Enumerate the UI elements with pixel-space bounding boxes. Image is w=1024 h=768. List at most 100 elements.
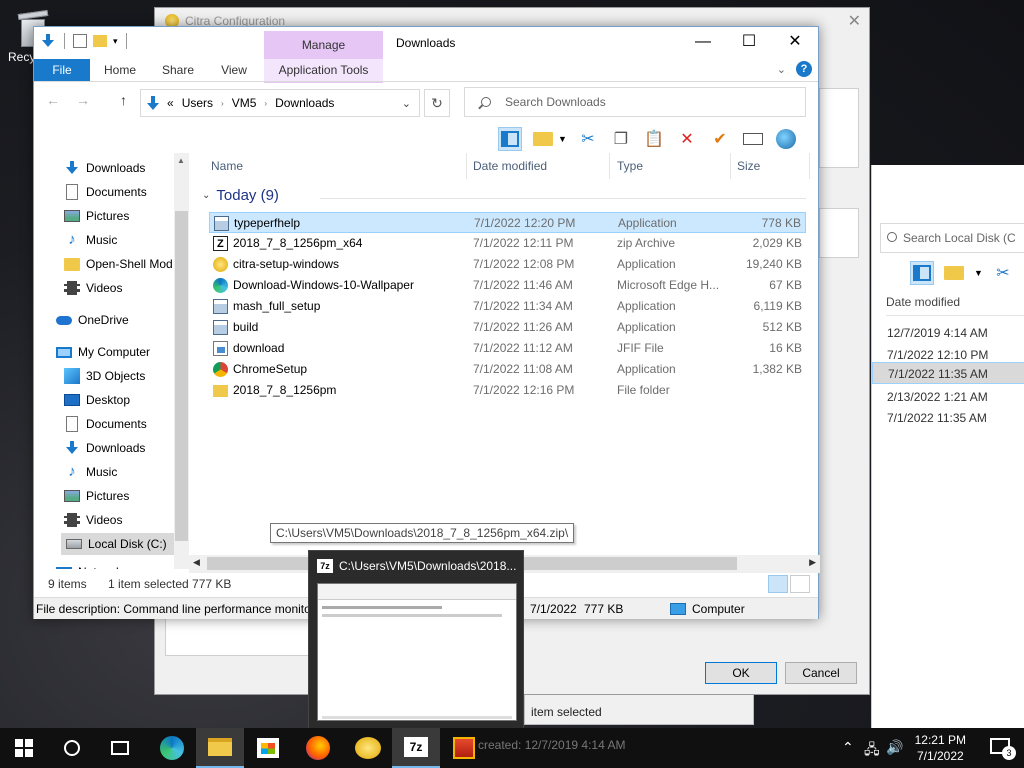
sidebar-item-pictures[interactable]: Pictures (64, 485, 129, 507)
volume-icon[interactable]: 🔊 (886, 739, 903, 756)
address-bar[interactable]: « Users › VM5 › Downloads ⌄ (140, 89, 420, 117)
sidebar-item-local-disk-c[interactable]: Local Disk (C:) (61, 533, 188, 555)
view-pane-icon[interactable] (910, 261, 934, 285)
maximize-button[interactable]: ☐ (726, 27, 772, 57)
table-row[interactable]: download 7/1/2022 11:12 AM JFIF File 16 KB (209, 338, 806, 359)
breadcrumb-users[interactable]: Users (182, 96, 213, 110)
breadcrumb-downloads[interactable]: Downloads (275, 96, 334, 110)
breadcrumb-vm5[interactable]: VM5 (232, 96, 257, 110)
sidebar-item-onedrive[interactable]: OneDrive (56, 309, 129, 331)
search-input[interactable]: Search Downloads (464, 87, 806, 117)
copy-icon[interactable]: ❐ (609, 127, 633, 151)
title-bar[interactable]: ▾ Manage Downloads — ☐ ✕ (34, 27, 818, 83)
column-date-modified[interactable]: Date modified (886, 295, 1024, 316)
citra-cancel-button[interactable]: Cancel (785, 662, 857, 684)
new-folder-dropdown-icon[interactable]: ▼ (558, 134, 567, 144)
cut-icon[interactable]: ✂ (576, 127, 600, 151)
help-icon[interactable]: ? (796, 61, 812, 77)
properties-icon[interactable] (73, 34, 87, 48)
list-item[interactable]: 2/13/2022 1:21 AM (887, 387, 1024, 408)
close-button[interactable]: ✕ (772, 27, 818, 57)
task-view-button[interactable] (96, 728, 144, 768)
properties-check-icon[interactable]: ✔ (708, 127, 732, 151)
sidebar-item-documents[interactable]: Documents (64, 413, 147, 435)
table-row[interactable]: mash_full_setup 7/1/2022 11:34 AM Applicat… (209, 296, 806, 317)
sidebar-item-open-shell-mod[interactable]: Open-Shell Mod (64, 253, 173, 275)
sidebar-item-music[interactable]: ♪ Music (64, 461, 117, 483)
taskbar-firefox[interactable] (294, 728, 342, 768)
details-view-button[interactable] (768, 575, 788, 593)
start-button[interactable] (0, 728, 48, 768)
taskbar-store[interactable] (244, 728, 292, 768)
sidebar-item-videos[interactable]: Videos (64, 509, 122, 531)
expand-ribbon-icon[interactable]: ⌄ (777, 63, 786, 76)
scroll-left-icon[interactable]: ◀ (193, 557, 200, 568)
new-folder-icon[interactable] (942, 261, 966, 285)
list-item[interactable]: 7/1/2022 11:35 AM (887, 408, 1024, 429)
chevron-up-icon[interactable]: ⌃ (842, 739, 854, 756)
sidebar-item-downloads[interactable]: Downloads📌 (64, 157, 145, 179)
table-row[interactable]: ChromeSetup 7/1/2022 11:08 AM Application 1… (209, 359, 806, 380)
address-dropdown-icon[interactable]: ⌄ (402, 97, 411, 110)
notifications-icon[interactable]: 3 (990, 738, 1016, 760)
sidebar-item-downloads[interactable]: Downloads (64, 437, 145, 459)
group-header-today[interactable]: ⌄ Today (9) (202, 187, 279, 204)
refresh-button[interactable]: ↻ (424, 89, 450, 117)
taskbar-7zip[interactable]: 7z (392, 728, 440, 768)
large-icons-view-button[interactable] (790, 575, 810, 593)
preview-image[interactable] (317, 583, 517, 721)
table-row[interactable]: 2018_7_8_1256pm_x64 7/1/2022 12:11 PM zip … (209, 233, 806, 255)
rename-icon[interactable] (741, 127, 765, 151)
download-icon[interactable] (40, 33, 56, 49)
cut-icon[interactable]: ✂ (991, 261, 1015, 285)
tab-application-tools[interactable]: Application Tools (264, 59, 383, 81)
table-row[interactable]: 2018_7_8_1256pm 7/1/2022 12:16 PM File fol… (209, 380, 806, 401)
tab-share[interactable]: Share (154, 59, 202, 81)
sidebar-item-pictures[interactable]: Pictures📌 (64, 205, 129, 227)
sidebar-item-network[interactable]: Network (56, 561, 122, 569)
sidebar-item-my-computer[interactable]: My Computer (56, 341, 150, 363)
open-shell-icon[interactable] (774, 127, 798, 151)
dropdown-arrow-icon[interactable]: ▼ (974, 268, 983, 278)
scroll-up-icon[interactable]: ▲ (177, 156, 185, 165)
table-row[interactable]: citra-setup-windows 7/1/2022 12:08 PM Appl… (209, 254, 806, 275)
column-date-modified[interactable]: Date modified (473, 159, 547, 173)
table-row[interactable]: Download-Windows-10-Wallpaper 7/1/2022 11… (209, 275, 806, 296)
scroll-right-icon[interactable]: ▶ (809, 557, 816, 568)
taskbar-thumbnail-preview[interactable]: 7z C:\Users\VM5\Downloads\2018... (308, 550, 524, 730)
sidebar-item-desktop[interactable]: Desktop (64, 389, 130, 411)
taskbar-file-explorer[interactable] (196, 728, 244, 768)
view-pane-icon[interactable] (498, 127, 522, 151)
local-disk-search-input[interactable]: Search Local Disk (C (880, 223, 1024, 253)
sidebar-item-music[interactable]: ♪ Music (64, 229, 117, 251)
list-item[interactable]: 7/1/2022 11:35 AM (872, 362, 1024, 384)
taskbar-edge[interactable] (148, 728, 196, 768)
sidebar-item-documents[interactable]: Documents📌 (64, 181, 147, 203)
clock[interactable]: 12:21 PM 7/1/2022 (915, 732, 966, 764)
column-type[interactable]: Type (617, 159, 643, 173)
column-size[interactable]: Size (737, 159, 760, 173)
new-folder-icon[interactable] (531, 127, 555, 151)
tab-view[interactable]: View (210, 59, 258, 81)
network-icon[interactable]: 🖧 (864, 739, 880, 763)
minimize-button[interactable]: — (680, 27, 726, 57)
search-button[interactable] (48, 728, 96, 768)
sidebar-item-videos[interactable]: Videos (64, 277, 122, 299)
forward-arrow-icon[interactable]: → (76, 92, 90, 108)
delete-icon[interactable]: ✕ (675, 127, 699, 151)
table-row[interactable]: build 7/1/2022 11:26 AM Application 512 KB (209, 317, 806, 338)
column-name[interactable]: Name (211, 159, 243, 173)
up-arrow-icon[interactable]: ↑ (120, 92, 127, 108)
citra-ok-button[interactable]: OK (705, 662, 777, 684)
sidebar-item-3d-objects[interactable]: 3D Objects (64, 365, 145, 387)
tab-home[interactable]: Home (96, 59, 144, 81)
citra-close-icon[interactable]: ✕ (848, 11, 861, 31)
taskbar-citra[interactable] (344, 728, 392, 768)
table-row[interactable]: typeperfhelp 7/1/2022 12:20 PM Application… (209, 212, 806, 233)
tab-file[interactable]: File (34, 59, 90, 81)
nav-scrollbar[interactable]: ▲ (174, 153, 189, 569)
customize-qat-icon[interactable]: ▾ (113, 36, 118, 47)
back-arrow-icon[interactable]: ← (46, 92, 60, 108)
list-item[interactable]: 12/7/2019 4:14 AM (887, 323, 1024, 344)
new-folder-icon[interactable] (93, 35, 107, 47)
